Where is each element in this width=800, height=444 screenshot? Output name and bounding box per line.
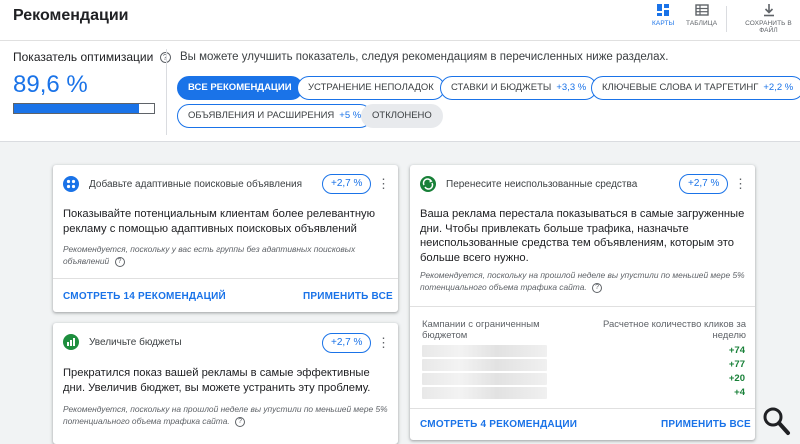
chip-troubleshooting[interactable]: УСТРАНЕНИЕ НЕПОЛАДОК [297,76,445,100]
optimization-score-value: 89,6 % [13,71,88,98]
chip-keywords-targeting[interactable]: КЛЮЧЕВЫЕ СЛОВА И ТАРГЕТИНГ +2,2 % [591,76,800,100]
search-icon [763,407,790,435]
campaign-name-redacted [422,359,547,371]
chip-label: КЛЮЧЕВЫЕ СЛОВА И ТАРГЕТИНГ [602,82,759,93]
card-reason-text: Рекомендуется, поскольку у вас есть груп… [63,244,356,266]
optimization-progress-bar [13,103,155,114]
panel-divider [166,49,167,135]
chip-label: ВСЕ РЕКОМЕНДАЦИИ [188,82,292,93]
help-icon[interactable]: ? [592,282,603,293]
chip-label: ОБЪЯВЛЕНИЯ И РАСШИРЕНИЯ [188,110,335,121]
more-options-icon[interactable]: ⋮ [734,177,747,190]
help-icon[interactable]: ? [235,416,246,427]
download-icon [763,4,774,17]
optimization-score-label: Показатель оптимизации [13,50,154,64]
card-description: Ваша реклама перестала показываться в са… [420,208,745,264]
card-description: Прекратился показ вашей рекламы в самые … [63,367,371,394]
campaign-name-redacted [422,373,547,385]
chip-delta: +3,3 % [556,82,587,93]
optimization-panel: Показатель оптимизации ? 89,6 % Вы может… [0,40,800,142]
card-description: Показывайте потенциальным клиентам более… [63,208,375,235]
help-icon[interactable]: ? [114,256,125,267]
chip-label: СТАВКИ И БЮДЖЕТЫ [451,82,552,93]
view-cards-button[interactable]: КАРТЫ [652,3,674,27]
campaign-name-redacted [422,387,547,399]
chip-all-recommendations[interactable]: ВСЕ РЕКОМЕНДАЦИИ [177,76,303,100]
page-title: Рекомендации [13,7,129,24]
card-responsive-search-ads: Добавьте адаптивные поисковые объявления… [53,165,398,312]
card-title: Добавьте адаптивные поисковые объявления [89,179,303,190]
view-recommendations-link[interactable]: СМОТРЕТЬ 4 РЕКОМЕНДАЦИИ [420,419,577,430]
card-divider [410,306,755,307]
campaigns-column-header: Кампании с ограниченным бюджетом [422,319,540,341]
bar-chart-icon [63,334,79,350]
card-reason: Рекомендуется, поскольку у вас есть груп… [63,243,388,267]
card-reason: Рекомендуется, поскольку на прошлой неде… [63,403,388,427]
chip-label: ОТКЛОНЕНО [372,110,432,121]
clicks-value: +77 [728,359,745,370]
search-button[interactable] [761,404,791,438]
chip-label: УСТРАНЕНИЕ НЕПОЛАДОК [308,82,434,93]
more-options-icon[interactable]: ⋮ [377,336,390,349]
card-divider [410,408,755,409]
clicks-value: +4 [734,387,745,398]
chip-bids-budgets[interactable]: СТАВКИ И БЮДЖЕТЫ +3,3 % [440,76,598,100]
card-transfer-unused-funds: Перенесите неиспользованные средства +2,… [410,165,755,440]
clicks-column-header: Расчетное количество кликов за неделю [602,319,746,341]
optimization-score-heading: Показатель оптимизации ? [13,50,171,64]
campaign-name-redacted [422,345,547,357]
chip-delta: +2,2 % [763,82,794,93]
more-options-icon[interactable]: ⋮ [377,177,390,190]
improvement-hint: Вы можете улучшить показатель, следуя ре… [180,51,669,63]
optimization-progress-fill [14,104,140,113]
chip-dismissed[interactable]: ОТКЛОНЕНО [361,104,443,128]
view-recommendations-link[interactable]: СМОТРЕТЬ 14 РЕКОМЕНДАЦИЙ [63,291,226,302]
view-table-button[interactable]: ТАБЛИЦА [686,3,717,27]
score-uplift-badge: +2,7 % [322,333,372,353]
view-table-label: ТАБЛИЦА [686,20,718,27]
card-reason-text: Рекомендуется, поскольку на прошлой неде… [63,404,388,426]
clicks-value: +20 [728,373,745,384]
save-to-file-button[interactable]: СОХРАНИТЬ В ФАЙЛ [737,3,800,34]
score-uplift-badge: +2,7 % [322,174,372,194]
clicks-value: +74 [728,345,745,356]
card-reason: Рекомендуется, поскольку на прошлой неде… [420,269,745,293]
responsive-ads-icon [63,176,79,192]
card-title: Перенесите неиспользованные средства [446,179,638,190]
save-to-file-label: СОХРАНИТЬ В ФАЙЛ [745,20,792,34]
card-increase-budgets: Увеличьте бюджеты +2,7 % ⋮ Прекратился п… [53,323,398,444]
chip-delta: +5 % [339,110,362,121]
card-title: Увеличьте бюджеты [89,337,182,348]
apply-all-link[interactable]: ПРИМЕНИТЬ ВСЕ [661,419,751,430]
card-divider [53,278,398,279]
score-uplift-badge: +2,7 % [679,174,729,194]
table-icon [694,4,709,16]
view-cards-label: КАРТЫ [652,20,675,27]
apply-all-link[interactable]: ПРИМЕНИТЬ ВСЕ [303,291,393,302]
app-header: Рекомендации КАРТЫ ТАБЛИЦА СОХРАНИТЬ В Ф… [0,0,800,40]
chip-ads-extensions[interactable]: ОБЪЯВЛЕНИЯ И РАСШИРЕНИЯ +5 % [177,104,373,128]
header-divider [726,6,727,32]
cards-grid-icon [657,4,670,16]
transfer-funds-icon [420,176,436,192]
card-reason-text: Рекомендуется, поскольку на прошлой неде… [420,270,745,292]
